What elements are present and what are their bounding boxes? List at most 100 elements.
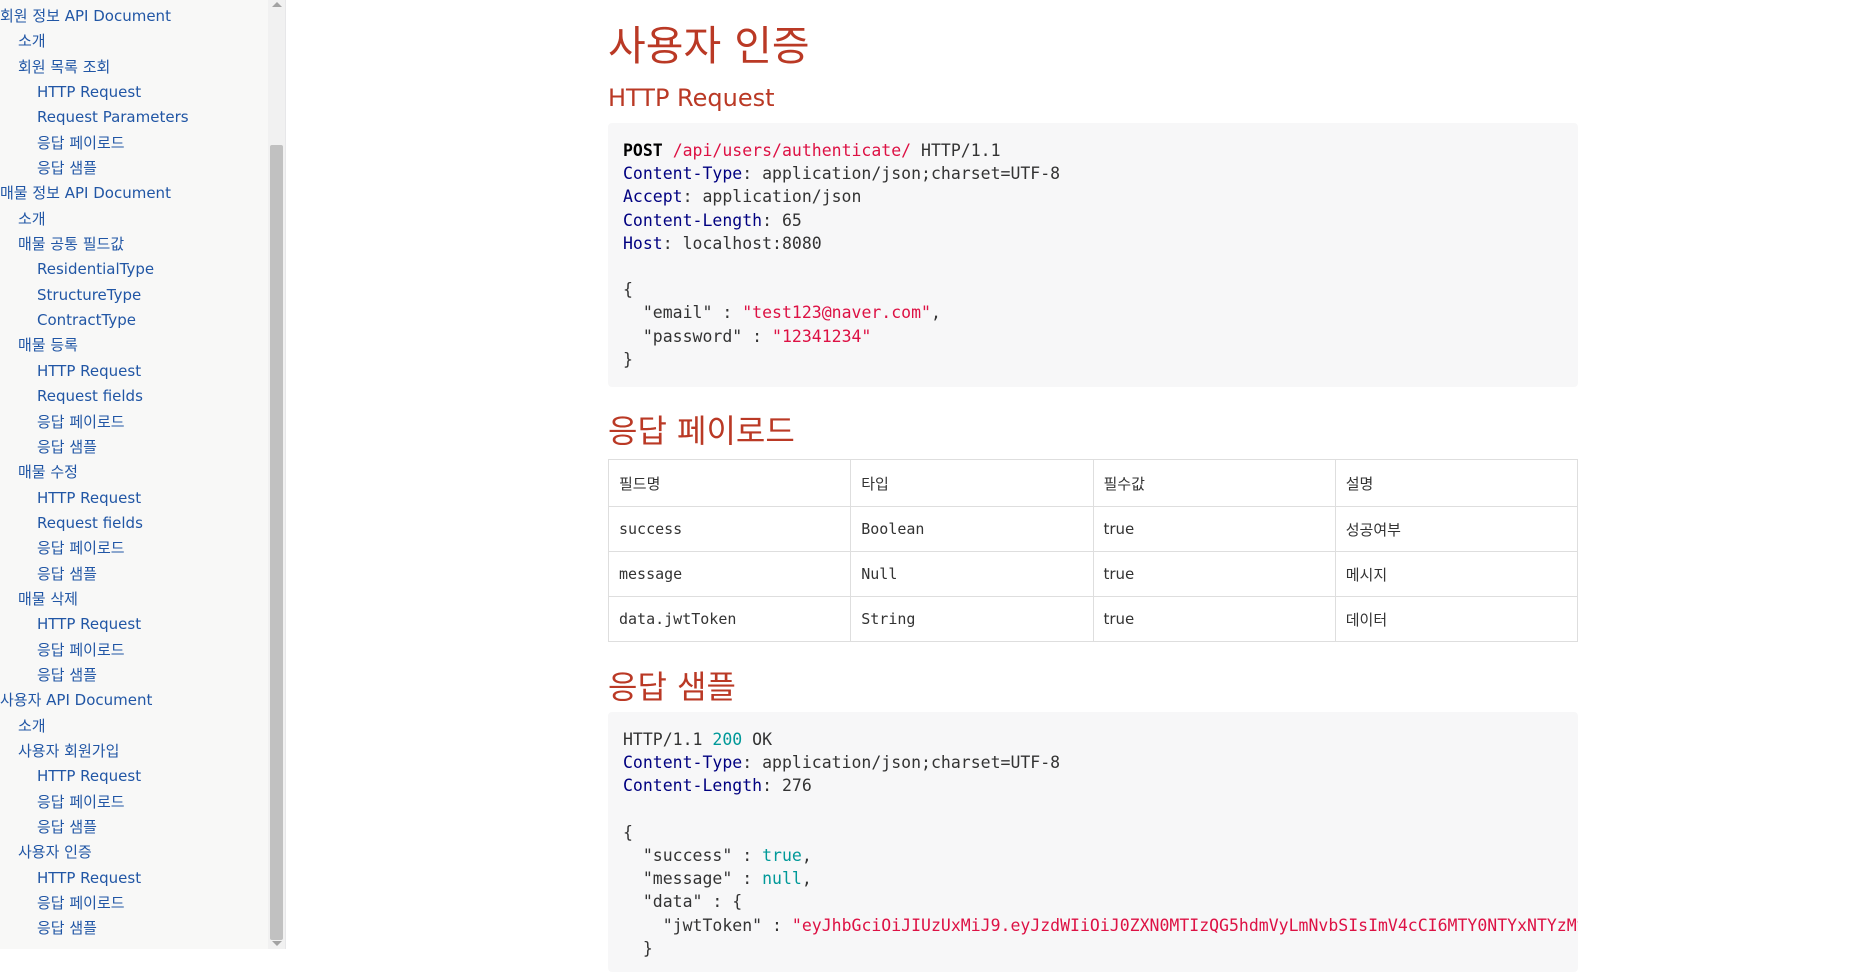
toc-link[interactable]: 사용자 회원가입 [0,739,189,764]
toc-list-item: 사용자 회원가입 [0,739,189,764]
json-key: "email" [642,303,713,323]
field-description-cell: 데이터 [1334,596,1579,642]
toc-link[interactable]: ResidentialType [0,257,189,282]
field-description-cell: 메시지 [1334,551,1579,597]
response-fields-table: 필드명 타입 필수값 설명 success Boolean true 성공여부 … [607,459,1579,642]
toc-link[interactable]: StructureType [0,283,189,308]
json-string: "eyJhbGciOiJIUzUxMiJ9.eyJzdWIiOiJ0ZXN0MT… [791,915,1578,935]
toc-link[interactable]: HTTP Request [0,866,189,891]
request-header-value: application/json [702,187,862,207]
field-name-cell: data.jwtToken [607,596,852,642]
toc-link[interactable]: 응답 샘플 [0,156,189,181]
field-required-cell: true [1092,551,1336,597]
toc-link[interactable]: HTTP Request [0,612,189,637]
scroll-down-arrow-icon[interactable] [272,941,282,946]
toc-link[interactable]: 응답 샘플 [0,815,189,840]
toc-link[interactable]: 응답 페이로드 [0,891,189,916]
request-protocol: HTTP/1.1 [921,141,1001,160]
toc-link[interactable]: 회원 목록 조회 [0,55,189,80]
toc-link[interactable]: Request Parameters [0,105,189,130]
toc-list-item: 응답 페이로드 [0,410,189,435]
toc-link[interactable]: 매물 공통 필드값 [0,232,189,257]
toc-list-item: 사용자 인증 [0,840,189,865]
toc-link[interactable]: 매물 수정 [0,460,189,485]
field-description-cell: 성공여부 [1334,506,1579,552]
toc-link[interactable]: 소개 [0,714,189,739]
toc-list-item: Request fields [0,511,189,536]
toc-link[interactable]: 소개 [0,29,189,54]
toc-link[interactable]: 매물 정보 API Document [0,181,189,206]
toc-link[interactable]: 소개 [0,207,189,232]
toc-list-item: 응답 샘플 [0,435,189,460]
json-literal: null [762,869,802,889]
json-brace: } [642,938,653,958]
scroll-up-arrow-icon[interactable] [272,2,282,7]
toc-link[interactable]: 응답 페이로드 [0,790,189,815]
table-header-cell: 설명 [1334,459,1579,507]
toc-link[interactable]: HTTP Request [0,764,189,789]
page-title: 사용자 인증 [608,22,810,70]
toc-link[interactable]: 응답 샘플 [0,663,189,688]
toc-list-item: 매물 정보 API Document [0,181,189,206]
toc-list-item: 응답 샘플 [0,916,189,941]
toc-link[interactable]: 응답 페이로드 [0,131,189,156]
table-row: data.jwtToken String true 데이터 [607,596,1579,642]
response-sample-code-block: HTTP/1.1 200 OK Content-Type: applicatio… [608,712,1578,972]
toc-list-item: StructureType [0,283,189,308]
field-type-cell: Null [850,551,1094,597]
json-brace: { [623,822,633,842]
toc-list-item: 응답 페이로드 [0,131,189,156]
field-name-cell: message [607,551,852,597]
toc-list-item: HTTP Request [0,80,189,105]
toc-list: 회원 정보 API Document 소개 회원 목록 조회 HTTP Request… [0,4,189,942]
toc-link[interactable]: 응답 페이로드 [0,536,189,561]
toc-link[interactable]: 사용자 인증 [0,840,189,865]
request-path: /api/users/authenticate/ [672,141,912,160]
toc-link[interactable]: HTTP Request [0,486,189,511]
field-required-cell: true [1092,596,1336,642]
toc-link[interactable]: 응답 샘플 [0,435,189,460]
http-request-code-block: POST /api/users/authenticate/ HTTP/1.1 C… [608,123,1578,387]
toc-list-item: HTTP Request [0,359,189,384]
json-string: "test123@naver.com" [742,303,931,323]
toc-link[interactable]: 응답 샘플 [0,562,189,587]
toc-link[interactable]: 매물 등록 [0,333,189,358]
toc-link[interactable]: 응답 페이로드 [0,410,189,435]
toc-link[interactable]: HTTP Request [0,359,189,384]
toc-list-item: 소개 [0,207,189,232]
toc-link[interactable]: 사용자 API Document [0,688,189,713]
table-row: success Boolean true 성공여부 [607,506,1579,552]
toc-list-item: 매물 수정 [0,460,189,485]
toc-list-item: HTTP Request [0,486,189,511]
json-key: "jwtToken" [662,915,763,935]
http-request-heading: HTTP Request [608,84,775,112]
toc-scroll-thumb[interactable] [270,145,283,940]
toc-link[interactable]: 매물 삭제 [0,587,189,612]
field-name-cell: success [607,506,852,552]
table-header-cell: 필드명 [607,459,852,507]
toc-link[interactable]: 회원 정보 API Document [0,4,189,29]
toc-list-item: 응답 샘플 [0,815,189,840]
json-key: "data" [642,892,703,912]
response-header-key: Content-Length [623,776,763,796]
request-header-value: application/json;charset=UTF-8 [762,164,1061,184]
toc-link[interactable]: HTTP Request [0,80,189,105]
toc-link[interactable]: ContractType [0,308,189,333]
toc-link[interactable]: 응답 샘플 [0,916,189,941]
toc-sidebar: 회원 정보 API Document 소개 회원 목록 조회 HTTP Request… [0,0,286,949]
toc-list-item: Request Parameters [0,105,189,130]
toc-scrollbar[interactable] [268,0,285,949]
toc-link[interactable]: Request fields [0,511,189,536]
toc-list-item: ResidentialType [0,257,189,282]
json-key: "success" [642,846,733,866]
toc-list-item: 응답 페이로드 [0,790,189,815]
toc-list-item: 응답 페이로드 [0,891,189,916]
toc-list-item: 매물 삭제 [0,587,189,612]
table-header-cell: 필수값 [1092,459,1336,507]
toc-link[interactable]: Request fields [0,384,189,409]
toc-list-item: 회원 정보 API Document [0,4,189,29]
toc-list-item: 매물 등록 [0,333,189,358]
toc-link[interactable]: 응답 페이로드 [0,638,189,663]
request-header-key: Host [623,233,663,253]
response-header-value: application/json;charset=UTF-8 [762,753,1061,773]
